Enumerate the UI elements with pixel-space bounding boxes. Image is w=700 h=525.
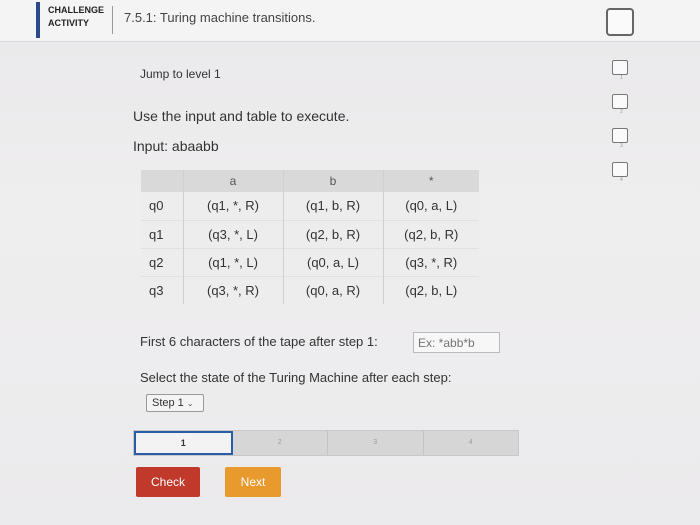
table-header-cell: a [182,170,283,192]
transition-cell: (q0, a, L) [282,247,383,276]
level-1-indicator[interactable]: 1 [612,60,628,81]
table-row: q0 (q1, *, R) (q1, b, R) (q0, a, L) [141,192,479,220]
transition-cell: (q2, b, R) [382,219,479,248]
table-header-row: a b * [141,170,479,192]
header-divider [112,6,113,34]
transition-cell: (q0, a, L) [382,192,479,220]
transition-cell: (q2, b, L) [382,275,479,304]
jump-to-level[interactable]: Jump to level 1 [140,67,221,81]
transition-cell: (q1, b, R) [282,192,383,220]
state-cell: q1 [141,219,183,248]
state-cell: q3 [141,275,183,304]
state-cell: q2 [141,247,183,276]
transition-cell: (q1, *, L) [182,247,283,276]
tape-question: First 6 characters of the tape after ste… [140,334,378,349]
transition-cell: (q1, *, R) [182,192,283,220]
check-button[interactable]: Check [136,467,200,497]
progress-segment: 4 [468,439,473,446]
table-header-cell: b [282,170,383,192]
step-select-value: Step 1 [152,397,184,409]
next-button[interactable]: Next [225,467,281,497]
level-indicators: 1 2 3 4 [612,60,632,196]
tape-answer-input[interactable] [413,332,500,353]
progress-segment: 1 [134,431,233,455]
transition-cell: (q3, *, L) [182,219,283,248]
badge-line1: CHALLENGE [48,5,104,15]
table-row: q1 (q3, *, L) (q2, b, R) (q2, b, R) [141,219,479,248]
transition-table: a b * q0 (q1, *, R) (q1, b, R) (q0, a, L… [141,170,479,304]
instructions-text: Use the input and table to execute. [133,108,350,124]
level-number: 4 [620,177,623,183]
level-3-indicator[interactable]: 3 [612,128,628,149]
step-select-dropdown[interactable]: Step 1 ⌄ [146,394,204,412]
badge-line2: ACTIVITY [48,18,90,28]
progress-segment: 3 [328,431,424,455]
transition-cell: (q3, *, R) [182,275,283,304]
table-header-cell [141,170,183,192]
progress-segment: 2 [233,431,328,455]
state-cell: q0 [149,198,164,214]
state-question: Select the state of the Turing Machine a… [140,370,452,385]
table-row: q2 (q1, *, L) (q0, a, L) (q3, *, R) [141,247,479,276]
transition-cell: (q3, *, R) [382,247,479,276]
level-number: 3 [620,143,623,149]
completion-checkbox-icon [606,8,634,36]
level-number: 1 [620,75,623,81]
progress-bar: 1 2 3 4 [133,430,519,456]
activity-title: 7.5.1: Turing machine transitions. [124,10,316,25]
level-2-indicator[interactable]: 2 [612,94,628,115]
table-row: q3 (q3, *, R) (q0, a, R) (q2, b, L) [141,275,479,304]
activity-header: CHALLENGE ACTIVITY 7.5.1: Turing machine… [0,0,700,42]
input-string: Input: abaabb [133,138,219,154]
challenge-activity-badge: CHALLENGE ACTIVITY [36,2,108,38]
transition-cell: (q0, a, R) [282,275,383,304]
table-header-cell: * [382,170,479,192]
chevron-down-icon: ⌄ [186,399,194,408]
transition-cell: (q2, b, R) [282,219,383,248]
level-4-indicator[interactable]: 4 [612,162,628,183]
level-number: 2 [620,109,623,115]
